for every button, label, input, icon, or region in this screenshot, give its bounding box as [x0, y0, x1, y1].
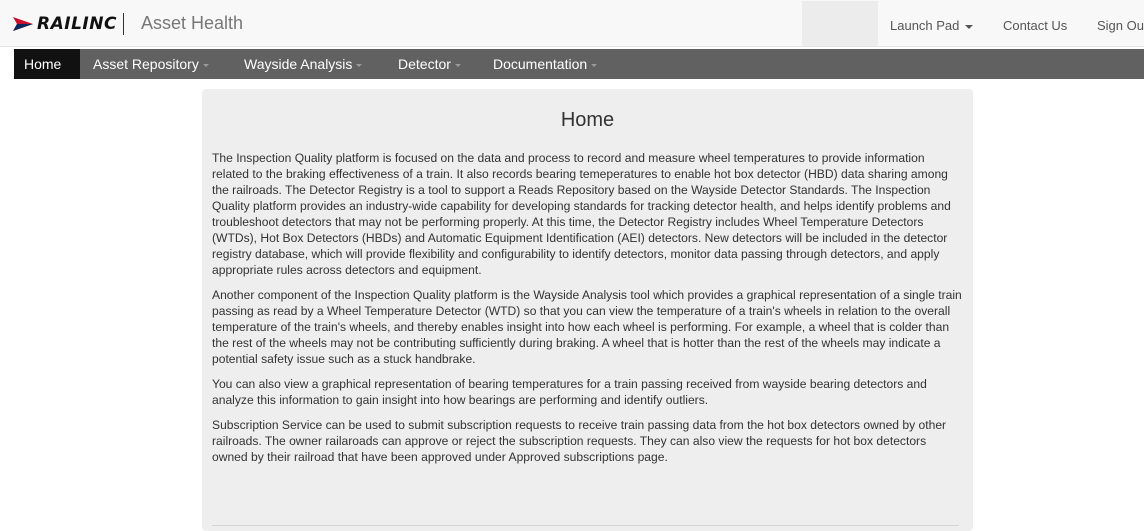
railinc-logo[interactable]: RAILINC — [12, 13, 124, 35]
paragraph-wayside-analysis: Another component of the Inspection Qual… — [212, 288, 962, 366]
nav-asset-repository[interactable]: Asset Repository — [93, 49, 209, 79]
nav-documentation-label: Documentation — [493, 56, 588, 72]
launch-pad-dropdown[interactable]: Launch Pad — [890, 18, 974, 33]
nav-asset-repository-label: Asset Repository — [93, 56, 199, 72]
user-name-placeholder — [802, 1, 878, 46]
chevron-down-icon — [454, 63, 461, 67]
railinc-swoosh-icon — [13, 17, 33, 31]
paragraph-bearing-temperatures: You can also view a graphical representa… — [212, 377, 927, 407]
nav-detector[interactable]: Detector — [398, 49, 461, 79]
top-header: RAILINC Asset Health Launch Pad Contact … — [0, 0, 1144, 47]
home-content-panel: Home The Inspection Quality platform is … — [202, 89, 973, 531]
app-title: Asset Health — [141, 13, 244, 33]
chevron-down-icon — [202, 63, 209, 67]
nav-home-label: Home — [24, 56, 62, 72]
main-nav: Home Asset Repository Wayside Analysis D… — [14, 49, 1144, 79]
paragraph-subscription-service: Subscription Service can be used to subm… — [212, 418, 947, 464]
chevron-down-icon — [965, 24, 974, 29]
chevron-down-icon — [591, 63, 598, 67]
nav-documentation[interactable]: Documentation — [493, 49, 598, 79]
logo-text: RAILINC — [37, 14, 117, 34]
content-divider — [212, 525, 959, 526]
intro-text: The Inspection Quality platform is focus… — [212, 150, 964, 474]
nav-home[interactable]: Home — [14, 49, 80, 79]
nav-wayside-analysis-label: Wayside Analysis — [244, 56, 353, 72]
nav-wayside-analysis[interactable]: Wayside Analysis — [244, 49, 363, 79]
nav-detector-label: Detector — [398, 56, 451, 72]
contact-us-link[interactable]: Contact Us — [1003, 18, 1067, 33]
page-title: Home — [560, 109, 615, 131]
sign-out-link[interactable]: Sign Out — [1097, 18, 1144, 33]
launch-pad-label: Launch Pad — [890, 18, 960, 33]
chevron-down-icon — [356, 63, 363, 67]
paragraph-inspection-quality: The Inspection Quality platform is focus… — [212, 151, 951, 277]
logo-divider — [122, 13, 124, 35]
